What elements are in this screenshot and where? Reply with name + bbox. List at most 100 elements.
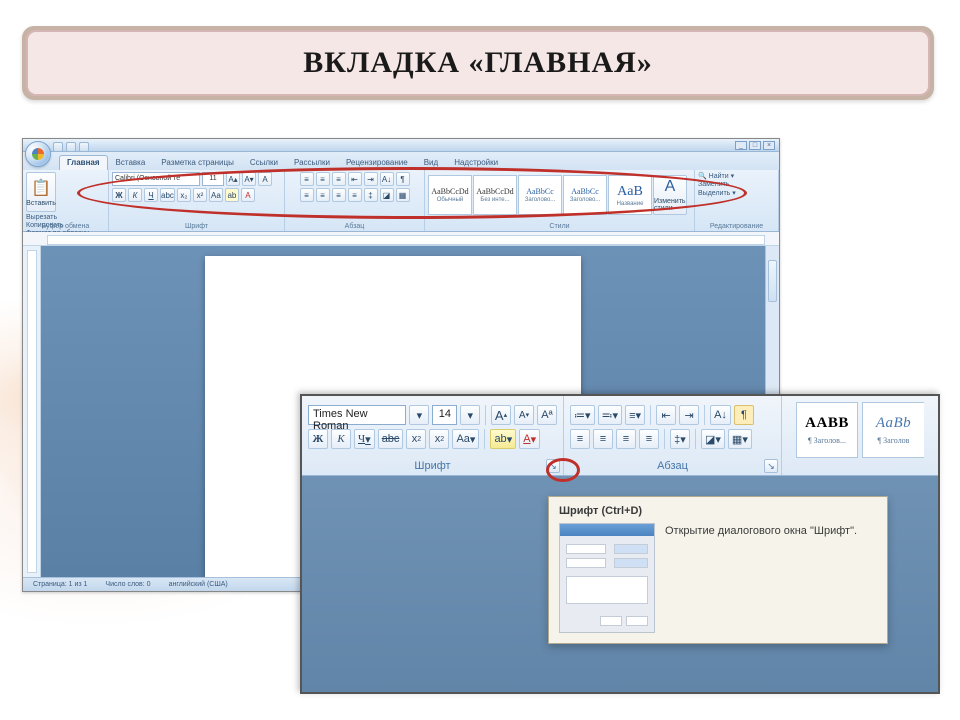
- group-styles-label: Стили: [428, 223, 691, 231]
- quick-access-toolbar[interactable]: [53, 141, 89, 153]
- dec-indent-button[interactable]: ⇤: [348, 172, 362, 186]
- detail-numbering-button[interactable]: ≕▾: [598, 405, 623, 425]
- font-dialog-tooltip: Шрифт (Ctrl+D) Открытие диалогового окна…: [548, 496, 888, 644]
- detail-strike-button[interactable]: abc: [378, 429, 404, 449]
- group-paragraph: ≡ ≡ ≡ ⇤ ⇥ A↓ ¶ ≡ ≡ ≡ ≡ ‡ ◪ ▦ А: [285, 170, 425, 231]
- paragraph-dialog-launcher[interactable]: [764, 459, 778, 473]
- tab-home[interactable]: Главная: [59, 155, 108, 170]
- style-tile[interactable]: AaBbCcЗаголово...: [563, 175, 607, 215]
- numbering-button[interactable]: ≡: [316, 172, 330, 186]
- inc-indent-button[interactable]: ⇥: [364, 172, 378, 186]
- detail-line-spacing-button[interactable]: ‡▾: [670, 429, 690, 449]
- paste-button[interactable]: 📋Вставить: [26, 172, 56, 212]
- group-clipboard: 📋Вставить Вырезать Копировать Формат по …: [23, 170, 109, 231]
- detail-case-button[interactable]: Aa ▾: [452, 429, 479, 449]
- vertical-ruler[interactable]: [23, 246, 41, 577]
- office-button[interactable]: [25, 141, 51, 167]
- group-paragraph-label: Абзац: [288, 223, 421, 231]
- detail-italic-button[interactable]: К: [331, 429, 351, 449]
- subscript-button[interactable]: x₂: [177, 188, 191, 202]
- detail-font-size-dd[interactable]: ▾: [460, 405, 480, 425]
- multilevel-button[interactable]: ≡: [332, 172, 346, 186]
- underline-button[interactable]: Ч: [144, 188, 158, 202]
- tab-addins[interactable]: Надстройки: [446, 155, 506, 170]
- group-font-label: Шрифт: [112, 223, 281, 231]
- detail-clear-format-button[interactable]: Aª: [537, 405, 557, 425]
- detail-highlight-button[interactable]: ab▾: [490, 429, 516, 449]
- italic-button[interactable]: К: [128, 188, 142, 202]
- close-button[interactable]: ×: [763, 141, 775, 150]
- show-marks-button[interactable]: ¶: [396, 172, 410, 186]
- font-size-combo[interactable]: 11: [202, 172, 224, 186]
- bullets-button[interactable]: ≡: [300, 172, 314, 186]
- case-button[interactable]: Aa: [209, 188, 223, 202]
- tab-review[interactable]: Рецензирование: [338, 155, 416, 170]
- status-lang[interactable]: английский (США): [165, 581, 232, 588]
- style-tile[interactable]: AaBbCcЗаголово...: [518, 175, 562, 215]
- detail-sort-button[interactable]: A↓: [710, 405, 731, 425]
- grow-font-button[interactable]: A▴: [226, 172, 240, 186]
- detail-borders-button[interactable]: ▦▾: [728, 429, 752, 449]
- align-center-button[interactable]: ≡: [316, 188, 330, 202]
- detail-bullets-button[interactable]: ≔▾: [570, 405, 595, 425]
- detail-style-tile[interactable]: AABB ¶ Заголов...: [796, 402, 858, 458]
- change-styles-button[interactable]: AИзменить стили: [653, 175, 687, 215]
- justify-button[interactable]: ≡: [348, 188, 362, 202]
- detail-align-center-button[interactable]: ≡: [593, 429, 613, 449]
- status-page: Страница: 1 из 1: [29, 581, 91, 588]
- borders-button[interactable]: ▦: [396, 188, 410, 202]
- detail-font-size[interactable]: 14: [432, 405, 457, 425]
- detail-grow-font-button[interactable]: A▴: [491, 405, 511, 425]
- font-color-button[interactable]: A: [241, 188, 255, 202]
- detail-font-name[interactable]: Times New Roman: [308, 405, 406, 425]
- detail-superscript-button[interactable]: x2: [429, 429, 449, 449]
- superscript-button[interactable]: x²: [193, 188, 207, 202]
- tab-mailings[interactable]: Рассылки: [286, 155, 338, 170]
- shading-button[interactable]: ◪: [380, 188, 394, 202]
- sort-button[interactable]: A↓: [380, 172, 394, 186]
- detail-shading-button[interactable]: ◪▾: [701, 429, 725, 449]
- highlight-button[interactable]: ab: [225, 188, 239, 202]
- detail-align-right-button[interactable]: ≡: [616, 429, 636, 449]
- clear-format-button[interactable]: A: [258, 172, 272, 186]
- replace-button[interactable]: Заменить: [698, 181, 729, 188]
- find-button[interactable]: 🔍 Найти ▾: [698, 172, 734, 180]
- spacing-button[interactable]: ‡: [364, 188, 378, 202]
- maximize-button[interactable]: □: [749, 141, 761, 150]
- window-titlebar: _ □ ×: [23, 139, 779, 152]
- minimize-button[interactable]: _: [735, 141, 747, 150]
- shrink-font-button[interactable]: A▾: [242, 172, 256, 186]
- detail-justify-button[interactable]: ≡: [639, 429, 659, 449]
- style-tile[interactable]: AaBbCcDdБез инте...: [473, 175, 517, 215]
- ribbon-detail-panel: Times New Roman ▾ 14 ▾ A▴ A▾ Aª Ж К Ч ▾ …: [300, 394, 940, 694]
- detail-dec-indent-button[interactable]: ⇤: [656, 405, 676, 425]
- align-right-button[interactable]: ≡: [332, 188, 346, 202]
- detail-bold-button[interactable]: Ж: [308, 429, 328, 449]
- tab-insert[interactable]: Вставка: [108, 155, 154, 170]
- font-dialog-launcher[interactable]: [546, 459, 560, 473]
- align-left-button[interactable]: ≡: [300, 188, 314, 202]
- tab-layout[interactable]: Разметка страницы: [153, 155, 242, 170]
- detail-shrink-font-button[interactable]: A▾: [514, 405, 534, 425]
- bold-button[interactable]: Ж: [112, 188, 126, 202]
- select-button[interactable]: Выделить ▾: [698, 189, 736, 197]
- style-tile[interactable]: AaBНазвание: [608, 175, 652, 215]
- font-name-combo[interactable]: Calibri (Основной те: [112, 172, 200, 186]
- style-tile[interactable]: AaBbCcDdОбычный: [428, 175, 472, 215]
- tooltip-body: Открытие диалогового окна "Шрифт".: [665, 523, 877, 633]
- detail-font-name-dd[interactable]: ▾: [409, 405, 429, 425]
- ribbon-tabs: Главная Вставка Разметка страницы Ссылки…: [23, 152, 779, 170]
- detail-style-tile[interactable]: AaBb ¶ Заголов: [862, 402, 924, 458]
- detail-subscript-button[interactable]: x2: [406, 429, 426, 449]
- tab-view[interactable]: Вид: [416, 155, 446, 170]
- detail-multilevel-button[interactable]: ≡▾: [625, 405, 645, 425]
- cut-button[interactable]: Вырезать: [26, 214, 89, 221]
- detail-font-color-button[interactable]: A ▾: [519, 429, 540, 449]
- strike-button[interactable]: abc: [160, 188, 175, 202]
- detail-align-left-button[interactable]: ≡: [570, 429, 590, 449]
- detail-marks-button[interactable]: ¶: [734, 405, 754, 425]
- horizontal-ruler[interactable]: [23, 232, 779, 246]
- detail-inc-indent-button[interactable]: ⇥: [679, 405, 699, 425]
- tab-references[interactable]: Ссылки: [242, 155, 286, 170]
- detail-underline-button[interactable]: Ч ▾: [354, 429, 375, 449]
